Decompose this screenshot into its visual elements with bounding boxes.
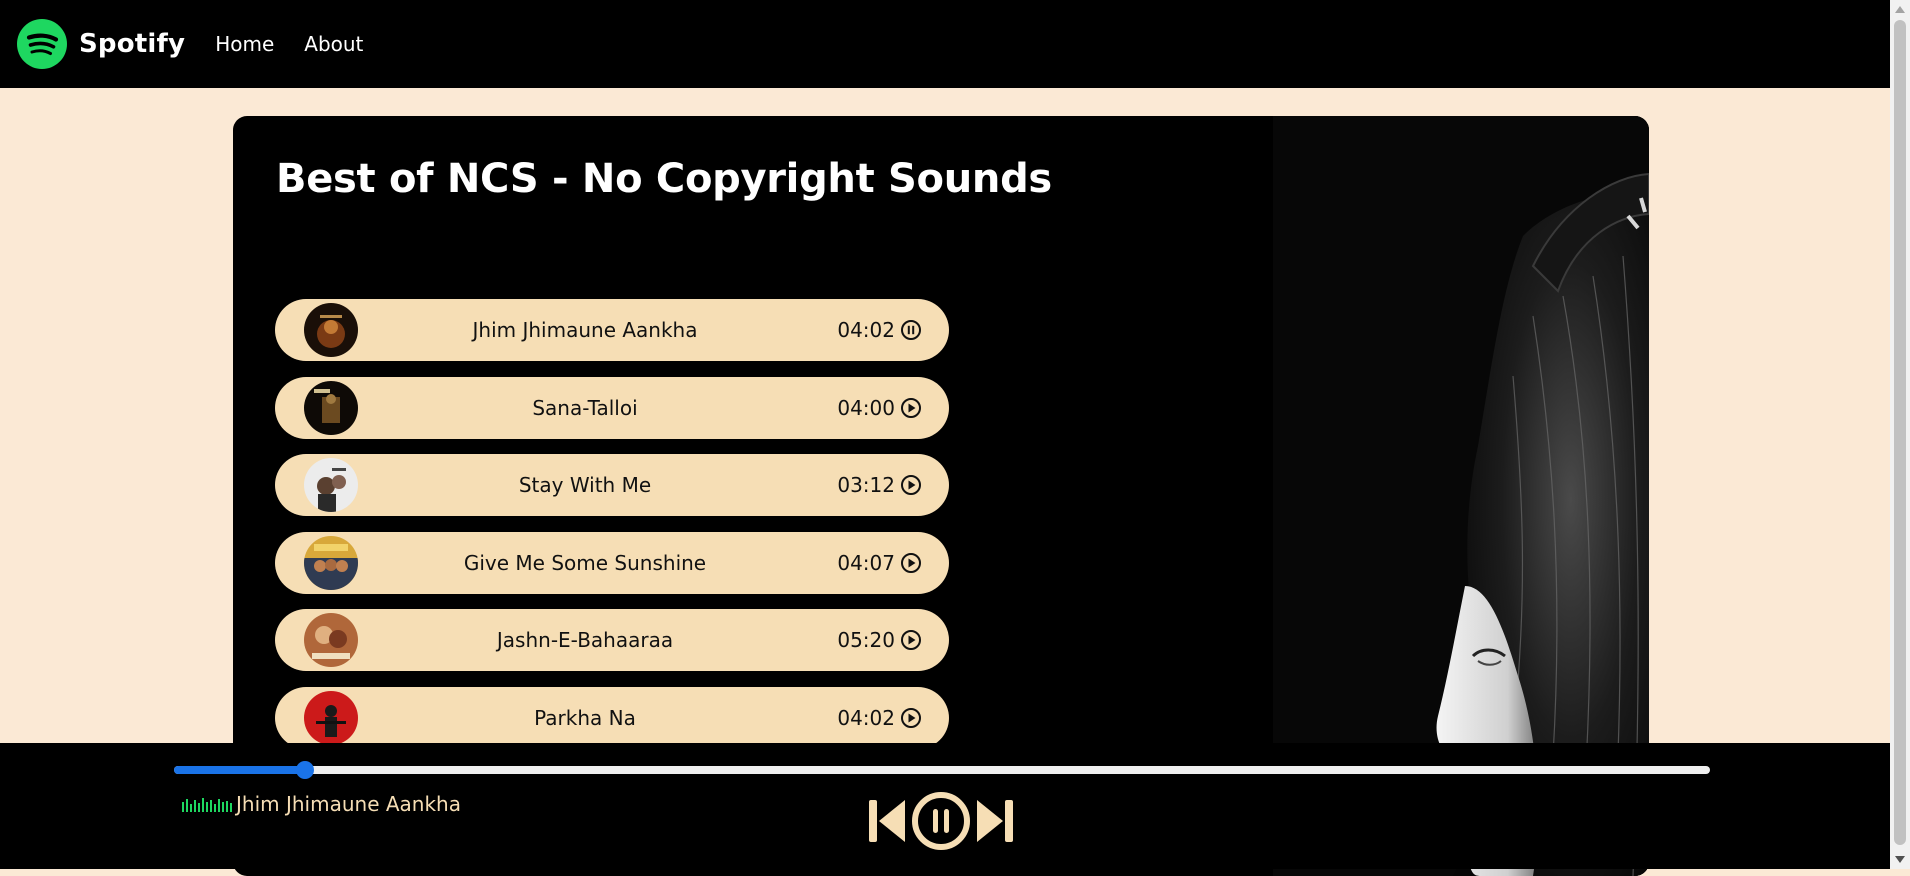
song-meta: 03:12 [837, 473, 922, 497]
scroll-up-arrow-icon[interactable] [1895, 6, 1905, 13]
pause-icon[interactable] [911, 791, 971, 851]
song-duration: 05:20 [837, 628, 895, 652]
song-cover-image [304, 380, 358, 435]
song-item[interactable]: Jhim Jhimaune Aankha 04:02 [275, 299, 949, 361]
song-cover-image [304, 458, 358, 512]
scroll-down-arrow-icon[interactable] [1895, 856, 1905, 863]
spotify-logo-icon [17, 19, 67, 69]
nav-link-home[interactable]: Home [215, 32, 274, 56]
song-duration: 04:07 [837, 550, 895, 575]
song-item[interactable]: Parkha Na 04:02 [275, 686, 949, 749]
song-item[interactable]: Stay With Me 03:12 [275, 454, 949, 516]
song-meta: 05:20 [837, 628, 922, 652]
song-meta: 04:02 [837, 706, 922, 730]
song-meta: 04:07 [837, 551, 922, 575]
song-item[interactable]: Jashn-E-Bahaaraa 05:20 [275, 609, 949, 671]
progress-thumb[interactable] [296, 761, 314, 779]
song-duration: 04:02 [837, 318, 895, 342]
song-meta: 04:00 [837, 396, 922, 420]
song-item[interactable]: Give Me Some Sunshine 04:07 [275, 531, 949, 594]
play-icon[interactable] [900, 629, 922, 651]
song-meta: 04:02 [837, 318, 922, 342]
play-icon[interactable] [900, 474, 922, 496]
logo[interactable]: Spotify [17, 19, 185, 69]
song-cover-image [304, 535, 358, 590]
nav-link-about[interactable]: About [304, 32, 363, 56]
song-item[interactable]: Sana-Talloi 04:00 [275, 376, 949, 439]
previous-icon[interactable] [867, 796, 909, 846]
next-icon[interactable] [973, 796, 1015, 846]
pause-icon[interactable] [900, 319, 922, 341]
song-list: Jhim Jhimaune Aankha 04:02 Sana-Talloi 0… [275, 299, 949, 764]
player-bar: Jhim Jhimaune Aankha [0, 743, 1890, 869]
player-controls [867, 791, 1015, 851]
playlist-title: Best of NCS - No Copyright Sounds [276, 156, 1052, 202]
scrollbar-thumb[interactable] [1894, 20, 1906, 845]
progress-track[interactable] [174, 766, 1710, 774]
song-duration: 03:12 [837, 473, 895, 497]
song-name: Jashn-E-Bahaaraa [496, 628, 674, 652]
now-playing-title: Jhim Jhimaune Aankha [236, 792, 461, 816]
song-duration: 04:00 [837, 395, 895, 420]
play-icon[interactable] [900, 552, 922, 574]
now-playing: Jhim Jhimaune Aankha [182, 792, 461, 816]
navbar: Spotify Home About [0, 0, 1890, 88]
song-name: Stay With Me [518, 473, 652, 497]
song-duration: 04:02 [837, 705, 895, 730]
brand-name: Spotify [79, 29, 186, 59]
equalizer-icon [182, 798, 232, 812]
song-name: Jhim Jhimaune Aankha [472, 318, 698, 342]
song-cover-image [304, 613, 358, 667]
progress-fill [174, 766, 305, 774]
progress-slider[interactable] [174, 761, 1710, 779]
play-icon[interactable] [900, 707, 922, 729]
song-name: Give Me Some Sunshine [463, 550, 707, 575]
song-cover-image [304, 690, 358, 745]
song-name: Parkha Na [534, 705, 636, 730]
play-icon[interactable] [900, 397, 922, 419]
song-cover-image [304, 303, 358, 357]
page-scrollbar[interactable] [1890, 0, 1910, 869]
song-name: Sana-Talloi [532, 395, 638, 420]
